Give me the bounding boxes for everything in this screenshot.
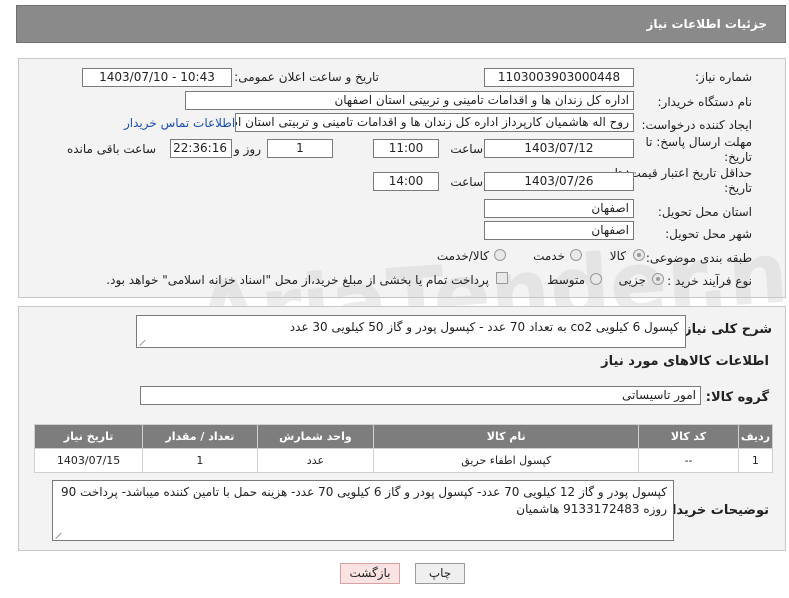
process-medium-label: متوسط (547, 273, 585, 287)
delivery-city-label: شهر محل تحویل: (665, 227, 752, 241)
need-summary-text: کپسول 6 کیلویی co2 به تعداد 70 عدد - کپس… (289, 320, 679, 334)
category-service-radio[interactable] (570, 249, 582, 261)
price-time-label: ساعت (450, 175, 483, 189)
back-button[interactable]: بازگشت (340, 563, 400, 584)
need-summary-label: شرح کلی نیاز: (678, 322, 772, 337)
process-partial-label: جزیی (618, 273, 646, 287)
need-summary-textarea: کپسول 6 کیلویی co2 به تعداد 70 عدد - کپس… (136, 315, 686, 348)
announce-datetime-label: تاریخ و ساعت اعلان عمومی: (234, 70, 379, 84)
table-row: 1 -- کپسول اطفاء حریق عدد 1 1403/07/15 (33, 448, 774, 473)
buyer-notes-text: کپسول پودر و گاز 12 کیلویی 70 عدد- کپسول… (60, 485, 667, 516)
contact-buyer-link[interactable]: اطلاعات تماس خریدار (124, 116, 235, 130)
category-service-label: خدمت (533, 249, 565, 263)
col-unit: واحد شمارش (256, 424, 375, 449)
day-and-label: روز و (234, 142, 261, 156)
reply-days-field: 1 (267, 139, 333, 158)
reply-time-label: ساعت (450, 142, 483, 156)
remaining-time-field: 22:36:16 (170, 139, 232, 158)
announce-datetime-field: 1403/07/10 - 10:43 (82, 68, 232, 87)
process-partial-radio[interactable] (652, 273, 664, 285)
goods-group-label: گروه کالا: (705, 390, 769, 405)
category-label: طبقه بندی موضوعی: (645, 251, 752, 265)
buyer-notes-label: توضیحات خریدار: (659, 503, 769, 518)
resize-handle-icon[interactable] (56, 531, 64, 539)
col-qty: تعداد / مقدار (142, 424, 258, 449)
need-number-field: 1103003903000448 (484, 68, 634, 87)
page-header: جزئیات اطلاعات نیاز (16, 5, 786, 43)
category-goods-service-radio[interactable] (494, 249, 506, 261)
buyer-org-field: اداره کل زندان ها و اقدامات تامینی و ترب… (185, 91, 634, 110)
delivery-province-label: استان محل تحویل: (657, 205, 752, 219)
reply-deadline-label-date: تاریخ: (724, 150, 752, 164)
remaining-label: ساعت باقی مانده (66, 142, 156, 156)
treasury-note: پرداخت تمام یا بخشی از مبلغ خرید،از محل … (106, 273, 489, 287)
price-validity-label-date: تاریخ: (724, 181, 752, 195)
process-medium-radio[interactable] (590, 273, 602, 285)
buyer-notes-textarea: کپسول پودر و گاز 12 کیلویی 70 عدد- کپسول… (52, 480, 674, 541)
goods-table: ردیف کد کالا نام کالا واحد شمارش تعداد /… (33, 424, 774, 473)
cell-unit: عدد (256, 448, 375, 473)
goods-group-field: امور تاسیساتی (140, 386, 701, 405)
reply-date-field: 1403/07/12 (484, 139, 634, 158)
buyer-org-label: نام دستگاه خریدار: (657, 95, 753, 109)
treasury-checkbox[interactable] (496, 272, 508, 284)
cell-row: 1 (737, 448, 774, 473)
cell-date: 1403/07/15 (33, 448, 144, 473)
process-type-label: نوع فرآیند خرید : (667, 274, 752, 288)
col-row: ردیف (737, 424, 774, 449)
reply-time-field: 11:00 (373, 139, 439, 158)
category-goods-service-label: کالا/خدمت (436, 249, 489, 263)
cell-name: کپسول اطفاء حریق (373, 448, 640, 473)
cell-qty: 1 (142, 448, 258, 473)
table-header-row: ردیف کد کالا نام کالا واحد شمارش تعداد /… (33, 424, 774, 449)
goods-info-heading: اطلاعات کالاهای مورد نیاز (601, 354, 769, 369)
resize-handle-icon[interactable] (140, 338, 148, 346)
reply-deadline-label: مهلت ارسال پاسخ: تا (645, 135, 752, 149)
requester-label: ایجاد کننده درخواست: (641, 118, 752, 132)
col-name: نام کالا (373, 424, 640, 449)
page-title: جزئیات اطلاعات نیاز (646, 17, 767, 31)
print-button[interactable]: چاپ (415, 563, 465, 584)
cell-code: -- (638, 448, 739, 473)
price-validity-label: حداقل تاریخ اعتبار قیمت: تا (614, 166, 752, 180)
col-code: کد کالا (638, 424, 739, 449)
need-number-label: شماره نیاز: (695, 70, 752, 84)
delivery-city-field: اصفهان (484, 221, 634, 240)
requester-field: روح اله هاشمیان کارپرداز اداره کل زندان … (235, 113, 634, 132)
delivery-province-field: اصفهان (484, 199, 634, 218)
price-time-field: 14:00 (373, 172, 439, 191)
col-date: تاریخ نیاز (33, 424, 144, 449)
price-date-field: 1403/07/26 (484, 172, 634, 191)
category-goods-radio[interactable] (633, 249, 645, 261)
category-goods-label: کالا (609, 249, 626, 263)
